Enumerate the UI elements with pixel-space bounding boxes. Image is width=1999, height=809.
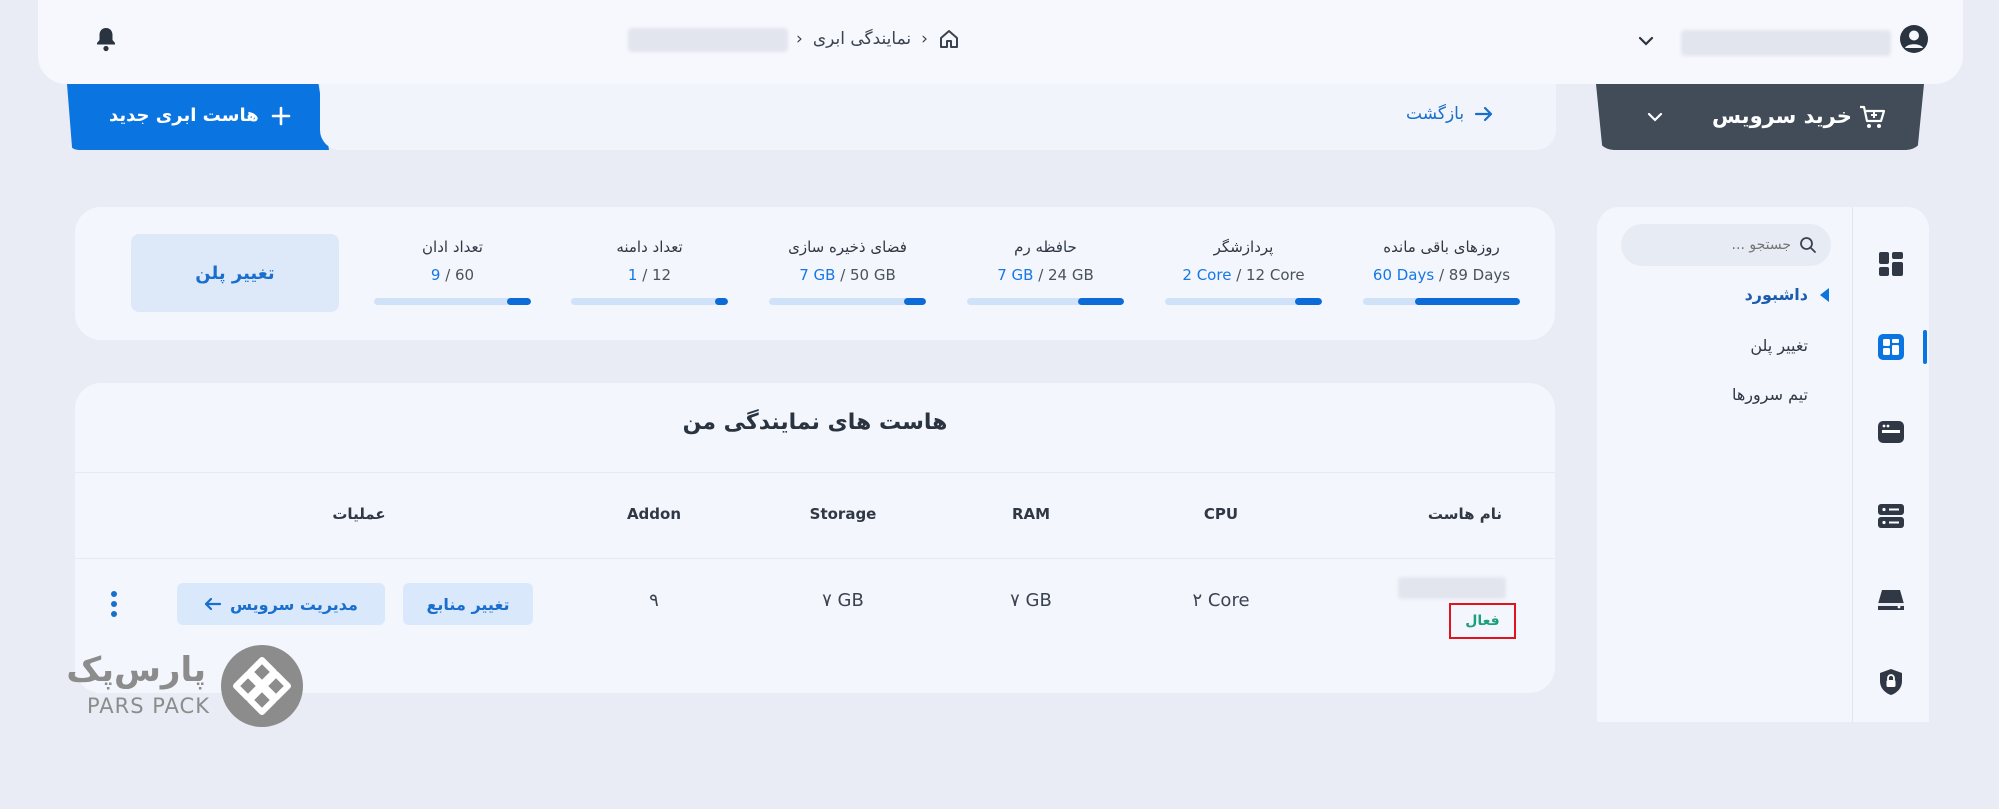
column-header-host-name: نام هاست — [1427, 505, 1503, 523]
sidebar-rail — [1853, 207, 1929, 722]
sidebar-item-dashboard[interactable]: داشبورد — [1700, 285, 1830, 304]
manage-service-label: مدیریت سرویس — [230, 594, 358, 614]
search-icon — [1800, 237, 1816, 253]
web-host-icon[interactable] — [1877, 418, 1905, 446]
buy-service-button[interactable]: خرید سرویس — [1596, 84, 1924, 150]
column-header-actions: عملیات — [332, 505, 386, 523]
stat-label: تعداد ادان — [422, 238, 483, 256]
stat-progress-bar — [374, 298, 531, 305]
lock-shield-icon[interactable] — [1877, 668, 1905, 696]
breadcrumb: ‹ نمایندگی ابری ‹ — [796, 28, 960, 50]
active-indicator — [1923, 330, 1927, 364]
breadcrumb-item[interactable]: نمایندگی ابری — [813, 29, 911, 49]
stat-label: فضای ذخیره سازی — [788, 238, 907, 256]
stat-value: 2 Core / 12 Core — [1182, 266, 1305, 284]
sidebar-item-label: داشبورد — [1744, 285, 1808, 304]
top-bar — [38, 0, 1963, 84]
stat-label: حافظه رم — [1014, 238, 1077, 256]
reseller-host-icon[interactable] — [1877, 333, 1905, 361]
new-cloud-host-label: هاست ابری جدید — [109, 105, 259, 126]
stat-days-remaining: روزهای باقی مانده 60 Days / 89 Days — [1363, 238, 1520, 305]
back-label: بازگشت — [1406, 104, 1465, 124]
stat-progress-bar — [769, 298, 926, 305]
home-icon[interactable] — [938, 28, 960, 50]
stat-value: 7 GB / 50 GB — [799, 266, 896, 284]
stat-progress-bar — [571, 298, 728, 305]
breadcrumb-separator: ‹ — [921, 29, 928, 49]
stat-cpu: پردازشگر 2 Core / 12 Core — [1165, 238, 1322, 305]
column-header-addon: Addon — [626, 505, 682, 523]
stat-value: 60 Days / 89 Days — [1372, 266, 1511, 284]
hosts-table-title: هاست های نمایندگی من — [682, 410, 948, 435]
bell-icon[interactable] — [94, 26, 118, 52]
new-cloud-host-button[interactable]: هاست ابری جدید — [67, 84, 329, 150]
cell-addon: ۹ — [649, 590, 659, 611]
host-name-blurred — [1398, 577, 1506, 599]
stat-label: روزهای باقی مانده — [1383, 238, 1500, 256]
divider — [75, 558, 1555, 559]
stat-addons: تعداد ادان 9 / 60 — [374, 238, 531, 305]
parspack-logo-icon — [220, 644, 304, 728]
back-button[interactable]: بازگشت — [1406, 104, 1494, 124]
dashboard-icon[interactable] — [1877, 250, 1905, 278]
stat-ram: حافظه رم 7 GB / 24 GB — [967, 238, 1124, 305]
sidebar-search[interactable] — [1621, 224, 1831, 266]
chevron-down-icon — [1646, 108, 1664, 126]
chevron-down-icon[interactable] — [1637, 32, 1655, 50]
stat-domains: تعداد دامنه 1 / 12 — [571, 238, 728, 305]
cell-storage: ۷ GB — [822, 590, 864, 611]
sidebar-item-change-plan[interactable]: تغییر پلن — [1680, 336, 1808, 355]
breadcrumb-separator: ‹ — [796, 29, 803, 49]
status-highlight-box: فعال — [1449, 603, 1516, 639]
change-plan-button[interactable]: تغییر پلن — [131, 234, 339, 312]
more-vertical-icon[interactable] — [108, 590, 120, 618]
watermark-brand-latin: PARS PACK — [86, 694, 210, 718]
user-circle-icon[interactable] — [1899, 24, 1929, 54]
arrow-left-icon — [204, 597, 222, 611]
divider — [75, 472, 1555, 473]
stat-value: 9 / 60 — [430, 266, 475, 284]
server-icon[interactable] — [1877, 502, 1905, 530]
arrow-right-icon — [1474, 106, 1493, 122]
status-badge: فعال — [1465, 613, 1500, 629]
account-name-blurred — [1681, 30, 1891, 56]
plus-icon — [271, 106, 290, 125]
cell-cpu: ۲ Core — [1192, 590, 1250, 611]
stat-value: 1 / 12 — [627, 266, 672, 284]
caret-left-icon — [1818, 287, 1830, 303]
breadcrumb-blurred-item — [628, 28, 788, 52]
column-header-cpu: CPU — [1203, 505, 1239, 523]
change-resources-label: تغییر منابع — [426, 594, 510, 614]
buy-service-label: خرید سرویس — [1712, 104, 1852, 128]
cart-icon — [1858, 103, 1886, 131]
stat-label: پردازشگر — [1213, 238, 1274, 256]
stat-value: 7 GB / 24 GB — [997, 266, 1094, 284]
stat-progress-bar — [1165, 298, 1322, 305]
stat-progress-bar — [967, 298, 1124, 305]
cloud-storage-icon[interactable] — [1877, 586, 1905, 614]
stat-storage: فضای ذخیره سازی 7 GB / 50 GB — [769, 238, 926, 305]
sidebar-item-server-team[interactable]: تیم سرورها — [1680, 385, 1808, 404]
back-bar — [320, 84, 1556, 150]
cell-ram: ۷ GB — [1010, 590, 1052, 611]
manage-service-button[interactable]: مدیریت سرویس — [177, 583, 385, 625]
column-header-storage: Storage — [809, 505, 877, 523]
page-footer-band — [0, 722, 1999, 809]
stat-label: تعداد دامنه — [616, 238, 683, 256]
stat-progress-bar — [1363, 298, 1520, 305]
search-input[interactable] — [1641, 237, 1791, 253]
watermark-brand: پارس‌پک — [66, 650, 206, 690]
change-resources-button[interactable]: تغییر منابع — [403, 583, 533, 625]
column-header-ram: RAM — [1011, 505, 1051, 523]
